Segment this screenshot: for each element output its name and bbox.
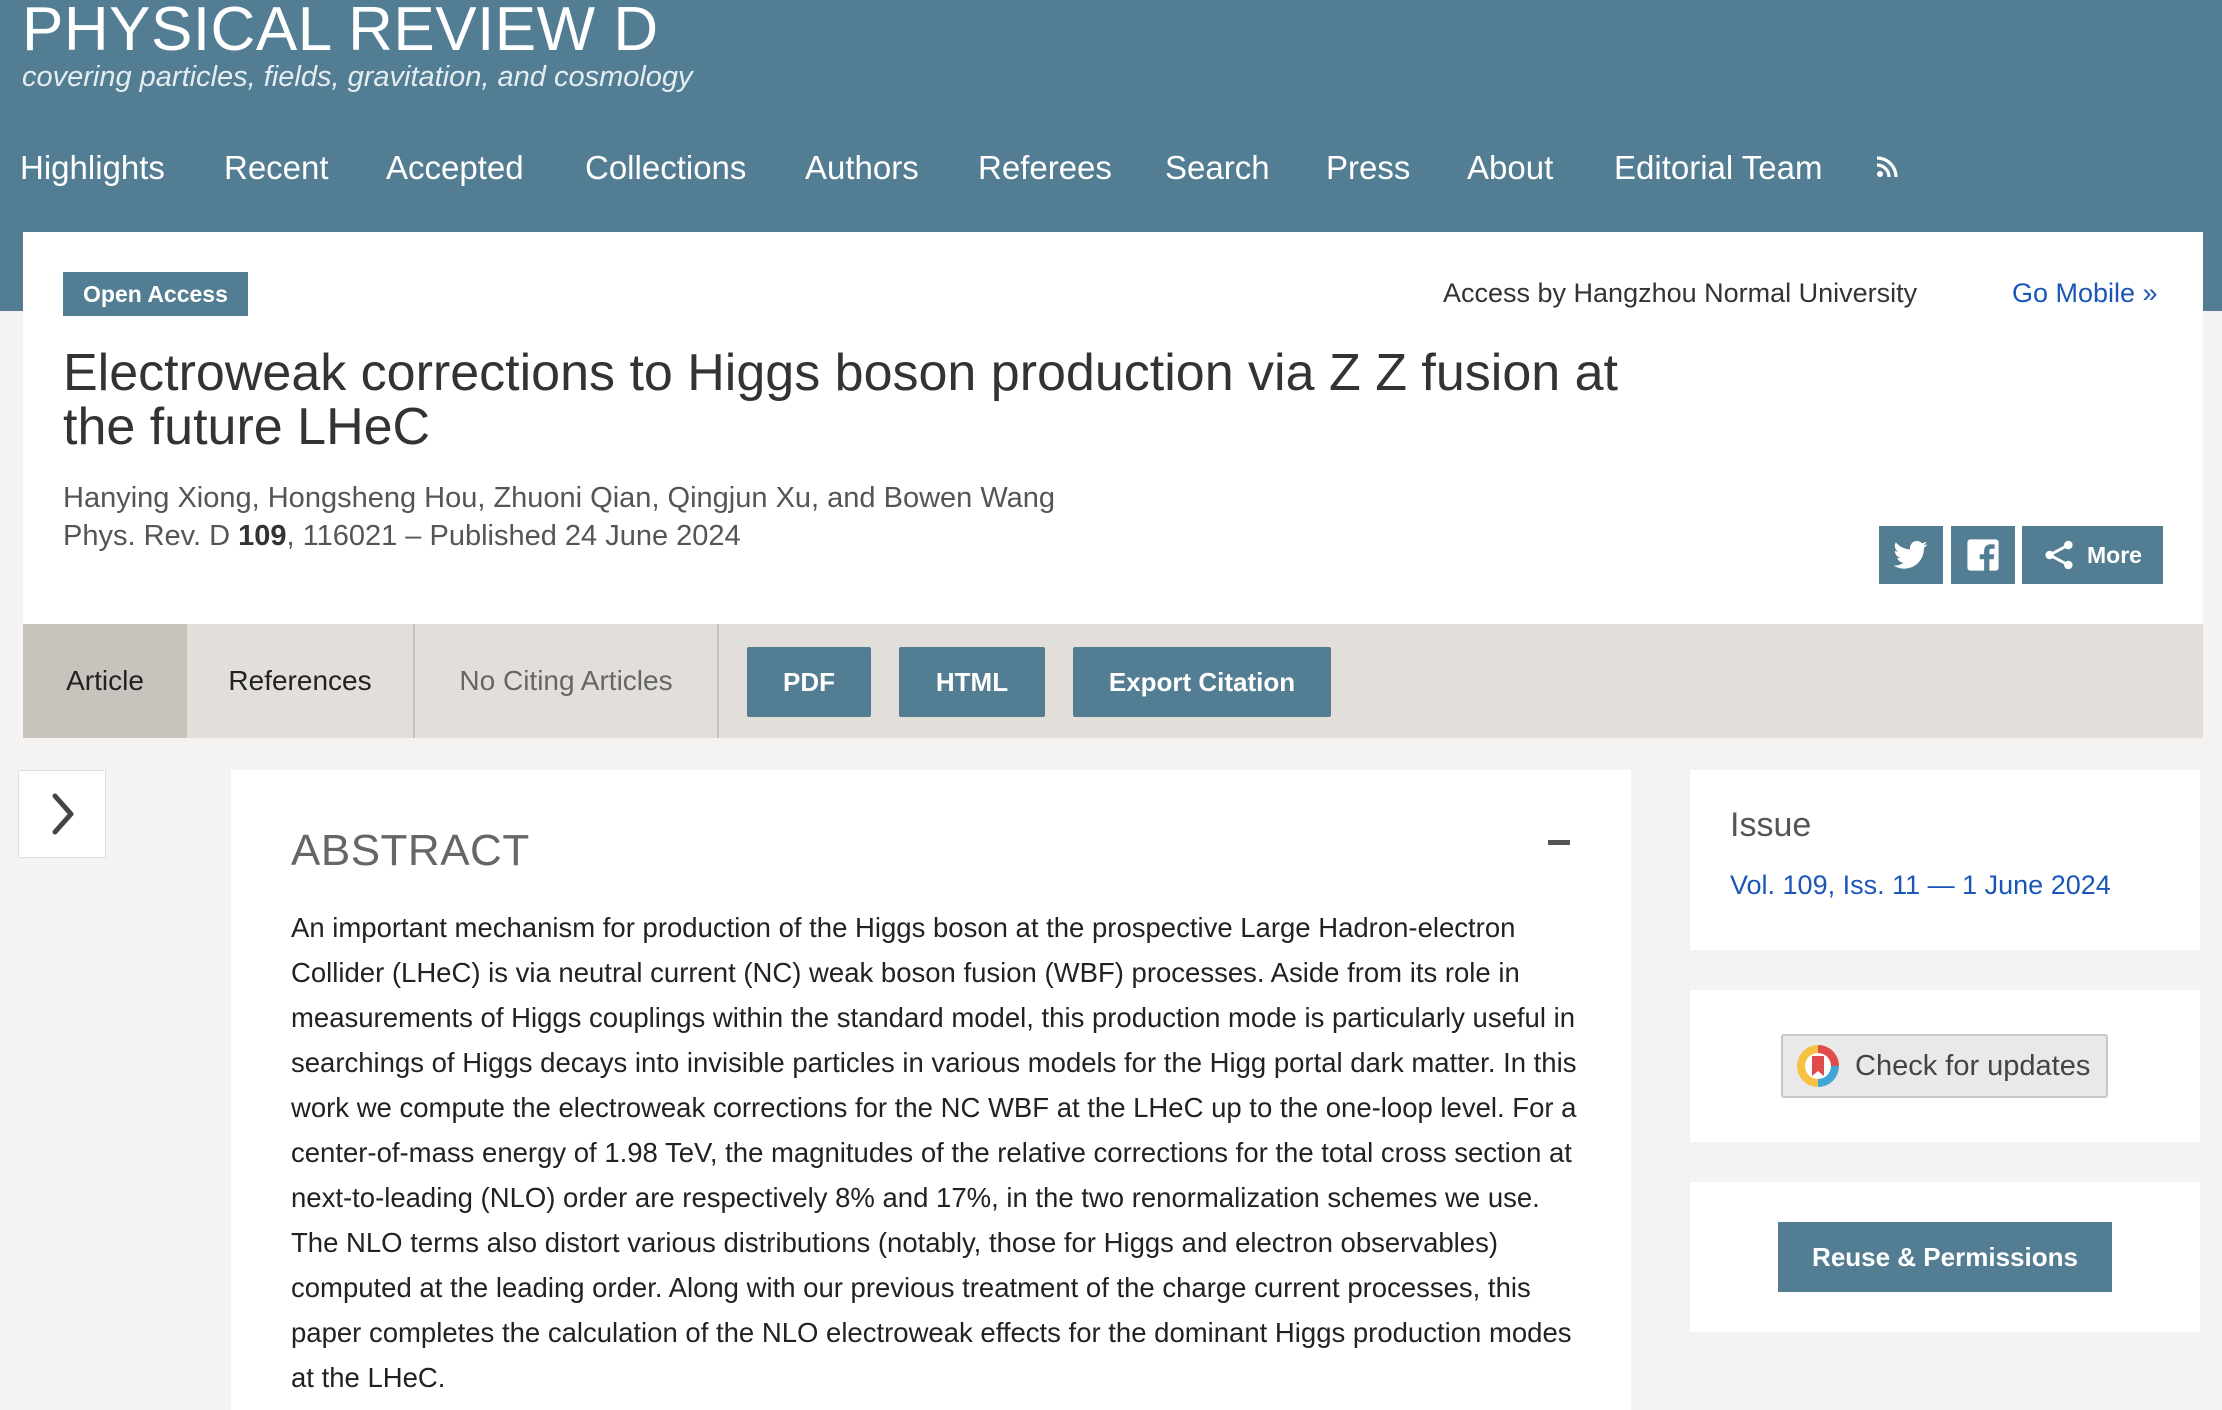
tab-references[interactable]: References [187,624,413,738]
nav-recent[interactable]: Recent [224,144,329,192]
share-more-button[interactable]: More [2022,526,2163,584]
check-for-updates-button[interactable]: Check for updates [1781,1034,2108,1098]
access-by-label: Access by Hangzhou Normal University [1443,278,1918,308]
article-citation: Phys. Rev. D 109, 116021 – Published 24 … [63,520,741,553]
tab-citing-articles[interactable]: No Citing Articles [415,624,717,738]
pdf-button[interactable]: PDF [747,647,871,717]
article-title: Electroweak corrections to Higgs boson p… [63,344,1618,456]
reuse-permissions-button[interactable]: Reuse & Permissions [1778,1222,2112,1292]
nav-highlights[interactable]: Highlights [20,144,165,192]
issue-box [1690,770,2200,950]
check-updates-label: Check for updates [1855,1049,2091,1082]
export-citation-button[interactable]: Export Citation [1073,647,1331,717]
facebook-icon [1967,539,1999,572]
nav-collections[interactable]: Collections [585,144,746,192]
share-twitter-button[interactable] [1879,526,1943,584]
issue-link[interactable]: Vol. 109, Iss. 11 — 1 June 2024 [1730,870,2111,901]
citation-volume: 109 [238,520,287,552]
tab-article[interactable]: Article [23,624,187,738]
chevron-right-icon [52,793,74,835]
abstract-heading: ABSTRACT [291,826,530,875]
journal-subtitle: covering particles, fields, gravitation,… [22,61,693,93]
issue-label: Issue [1730,806,1812,844]
open-access-badge: Open Access [63,272,248,316]
nav-authors[interactable]: Authors [805,144,919,192]
collapse-abstract-button[interactable] [1548,840,1570,845]
nav-referees[interactable]: Referees [978,144,1112,192]
nav-press[interactable]: Press [1326,144,1410,192]
nav-search[interactable]: Search [1165,144,1270,192]
nav-editorial-team[interactable]: Editorial Team [1614,144,1823,192]
nav-about[interactable]: About [1467,144,1553,192]
share-more-label: More [2087,541,2142,568]
twitter-icon [1894,540,1928,569]
article-authors[interactable]: Hanying Xiong, Hongsheng Hou, Zhuoni Qia… [63,482,1055,515]
html-button[interactable]: HTML [899,647,1045,717]
crossmark-icon [1797,1045,1839,1087]
share-icon [2045,540,2073,570]
nav-accepted[interactable]: Accepted [386,144,524,192]
citation-details: , 116021 – Published 24 June 2024 [286,520,741,552]
share-facebook-button[interactable] [1951,526,2015,584]
go-mobile-link[interactable]: Go Mobile » [2012,278,2158,309]
abstract-text: An important mechanism for production of… [291,912,1577,1393]
citation-journal: Phys. Rev. D [63,520,231,552]
rss-icon[interactable] [1876,156,1898,178]
sidebar-toggle-button[interactable] [18,770,106,858]
tab-separator [717,624,719,738]
journal-title[interactable]: PHYSICAL REVIEW D [22,0,659,62]
